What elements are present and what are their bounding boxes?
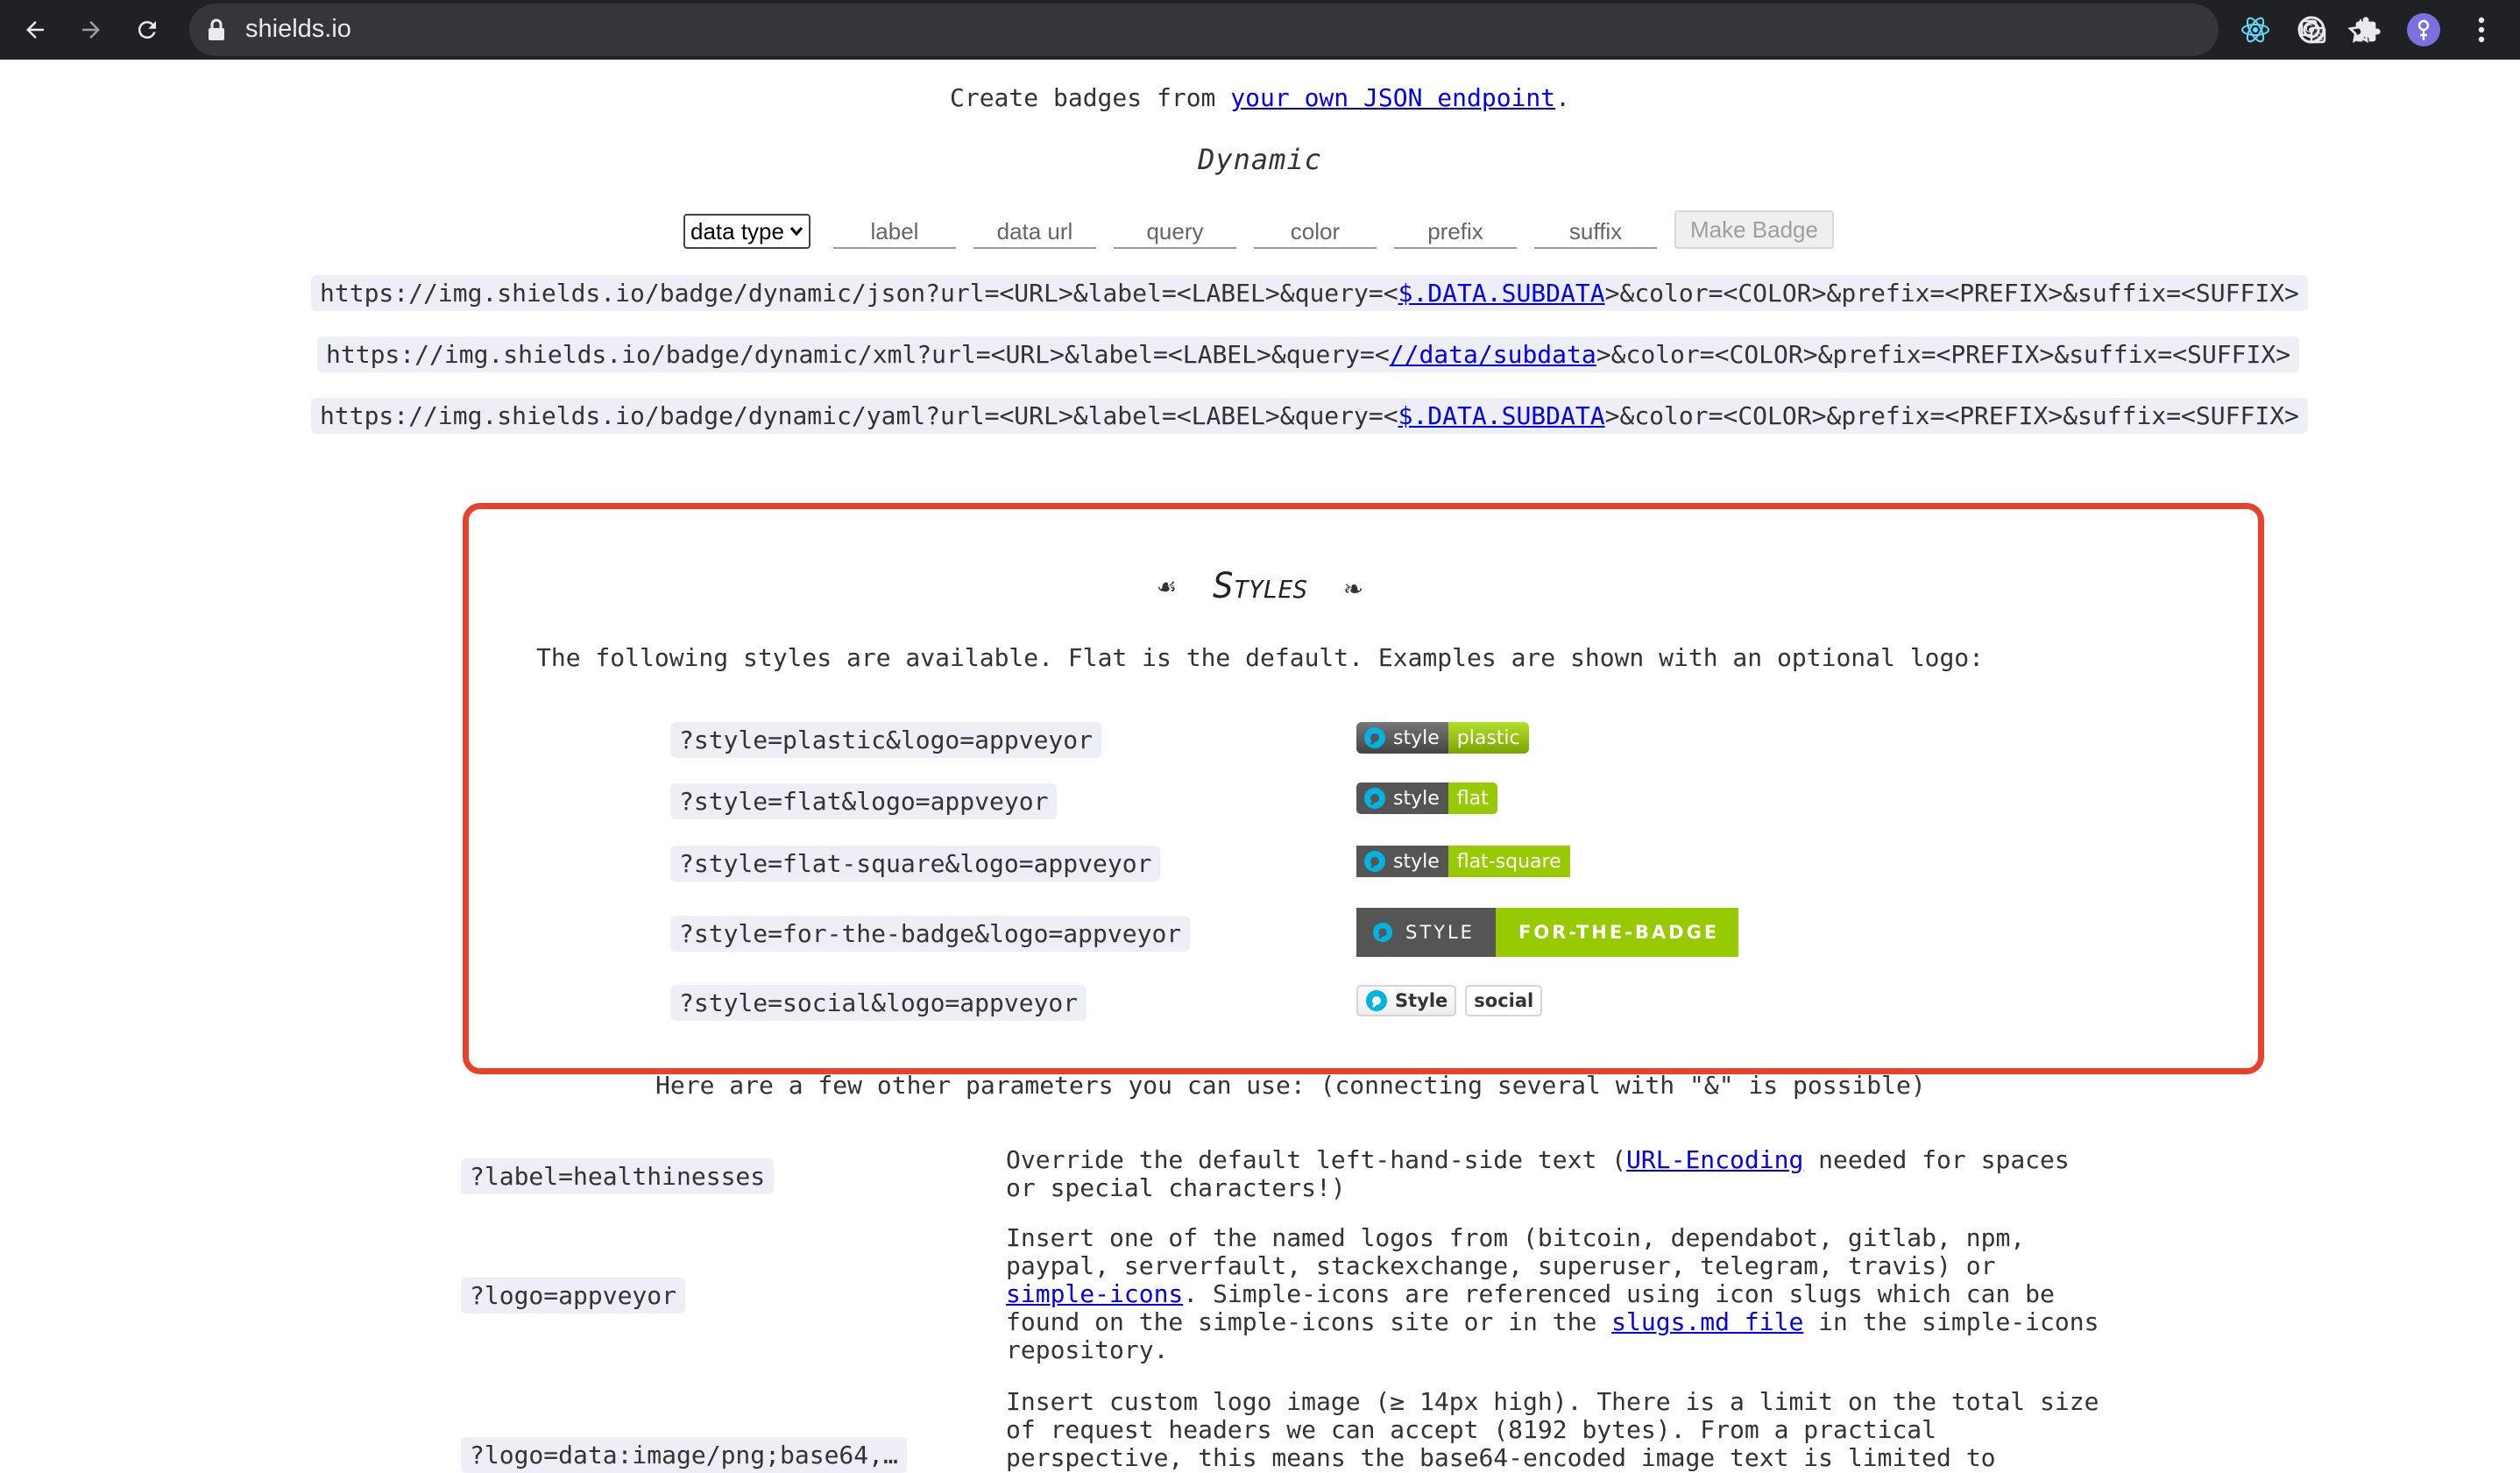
label-input[interactable]: label	[832, 218, 956, 249]
jsonpath-link[interactable]: $.DATA.SUBDATA	[1398, 279, 1605, 308]
param-logo-data-description: Insert custom logo image (≥ 14px high). …	[1006, 1387, 2099, 1472]
prefix-input[interactable]: prefix	[1393, 218, 1517, 249]
intro-text: Create badges from	[949, 83, 1231, 112]
endpoint-intro: Create badges from your own JSON endpoin…	[0, 83, 2520, 112]
make-badge-button[interactable]: Make Badge	[1674, 210, 1834, 249]
browser-toolbar: shields.io G文	[0, 0, 2520, 60]
param-label-description: Override the default left-hand-side text…	[1006, 1145, 2070, 1202]
data-url-input[interactable]: data url	[973, 218, 1096, 249]
appveyor-logo-icon	[1364, 727, 1385, 748]
styles-title-text: Styles	[1212, 566, 1308, 606]
puzzle-extensions-icon[interactable]	[2348, 11, 2387, 49]
xpath-link[interactable]: //data/subdata	[1390, 340, 1596, 369]
forward-arrow-icon[interactable]	[72, 11, 110, 49]
style-param-flat: ?style=flat&logo=appveyor	[670, 783, 1058, 819]
kebab-menu-icon[interactable]	[2462, 11, 2501, 49]
address-bar[interactable]: shields.io G文	[189, 4, 2374, 56]
badge-social: Style social	[1356, 985, 1543, 1016]
params-intro: Here are a few other parameters you can …	[655, 1071, 1926, 1100]
style-param-plastic: ?style=plastic&logo=appveyor	[670, 722, 1102, 758]
reload-icon[interactable]	[128, 11, 166, 49]
profile-avatar-icon[interactable]	[2404, 11, 2443, 49]
data-type-select-value: data type	[690, 217, 784, 244]
suffix-input[interactable]: suffix	[1533, 218, 1657, 249]
param-logo-description: Insert one of the named logos from (bitc…	[1006, 1223, 2099, 1364]
style-param-social: ?style=social&logo=appveyor	[670, 985, 1087, 1021]
dynamic-xml-url: https://img.shields.io/badge/dynamic/xml…	[317, 336, 2300, 372]
appveyor-logo-icon	[1364, 851, 1385, 872]
appveyor-logo-icon	[1366, 990, 1387, 1011]
dynamic-yaml-url: https://img.shields.io/badge/dynamic/yam…	[311, 398, 2308, 434]
badge-for-the-badge: STYLE FOR-THE-BADGE	[1356, 908, 1739, 957]
slugs-md-link[interactable]: slugs.md file	[1611, 1307, 1803, 1336]
lock-icon	[207, 18, 226, 45]
url-text: shields.io	[245, 15, 351, 43]
dynamic-heading: Dynamic	[1198, 143, 1322, 176]
yamlpath-link[interactable]: $.DATA.SUBDATA	[1398, 401, 1605, 430]
param-label: ?label=healthinesses	[461, 1158, 775, 1194]
back-arrow-icon[interactable]	[16, 11, 54, 49]
target-extension-icon[interactable]	[2292, 11, 2331, 49]
dynamic-badge-form: data type label data url query color pre…	[683, 210, 1834, 249]
appveyor-logo-icon	[1372, 922, 1393, 943]
fleuron-left-icon: ☙	[1157, 570, 1176, 605]
badge-plastic: style plastic	[1356, 722, 1529, 754]
badge-flat-square: style flat-square	[1356, 846, 1570, 877]
styles-heading: ☙ Styles ❧	[0, 566, 2520, 606]
url-encoding-link[interactable]: URL-Encoding	[1626, 1145, 1803, 1174]
fleuron-right-icon: ❧	[1344, 570, 1363, 605]
data-type-select[interactable]: data type	[683, 214, 811, 249]
react-devtools-icon[interactable]	[2236, 11, 2275, 49]
style-param-for-the-badge: ?style=for-the-badge&logo=appveyor	[670, 916, 1191, 952]
appveyor-logo-icon	[1364, 788, 1385, 809]
intro-suffix: .	[1555, 83, 1571, 112]
styles-description: The following styles are available. Flat…	[535, 643, 1985, 672]
color-input[interactable]: color	[1253, 218, 1377, 249]
simple-icons-link[interactable]: simple-icons	[1006, 1279, 1183, 1308]
chevron-down-icon	[789, 227, 803, 237]
query-input[interactable]: query	[1113, 218, 1236, 249]
param-logo: ?logo=appveyor	[461, 1278, 686, 1314]
badge-flat: style flat	[1356, 783, 1497, 814]
param-logo-data: ?logo=data:image/png;base64,…	[461, 1437, 907, 1473]
json-endpoint-link[interactable]: your own JSON endpoint	[1230, 83, 1555, 112]
style-param-flat-square: ?style=flat-square&logo=appveyor	[670, 846, 1161, 882]
dynamic-json-url: https://img.shields.io/badge/dynamic/jso…	[311, 275, 2308, 311]
